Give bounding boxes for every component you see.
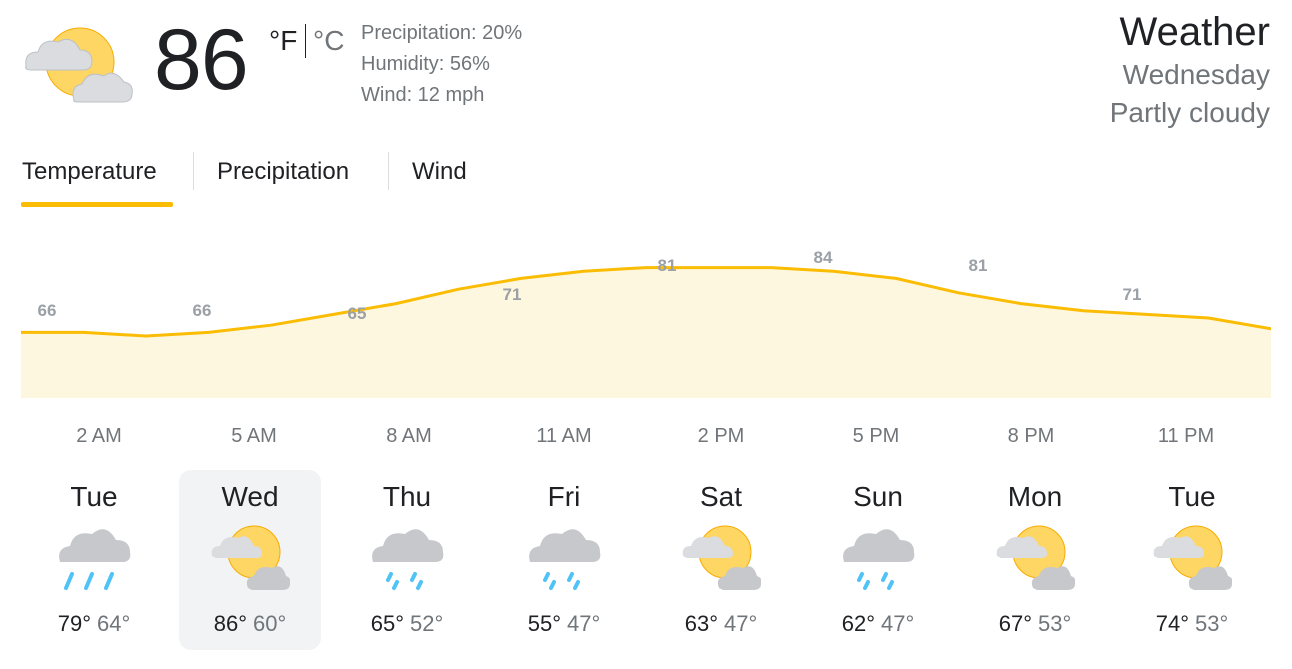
low-temp: 64° [97, 611, 131, 636]
hour-label: 11 PM [1157, 425, 1215, 447]
rain-icon [59, 529, 131, 590]
tab-divider [193, 152, 194, 190]
high-temp: 65° [370, 611, 404, 636]
day-name: Wed [221, 481, 279, 512]
low-temp: 53° [1195, 611, 1229, 636]
partly-cloudy-icon [211, 525, 290, 590]
high-temp: 79° [57, 611, 91, 636]
hour-label: 11 AM [536, 425, 592, 447]
hour-label: 2 PM [697, 425, 745, 447]
day-temps: 65° 52° [336, 610, 478, 638]
day-name: Fri [547, 481, 581, 512]
unit-divider [305, 24, 306, 58]
forecast-day[interactable]: Sat 63° 47° [650, 470, 792, 650]
temperature-data-label: 66 [193, 301, 212, 320]
high-temp: 86° [213, 611, 247, 636]
forecast-day[interactable]: Thu 65° 52° [336, 470, 478, 650]
temperature-data-label: 71 [1123, 285, 1142, 304]
temperature-data-label: 66 [38, 301, 57, 320]
low-temp: 47° [724, 611, 758, 636]
low-temp: 52° [410, 611, 444, 636]
wind-detail: Wind: 12 mph [361, 84, 485, 106]
showers-icon [372, 529, 444, 590]
day-temps: 86° 60° [179, 610, 321, 638]
hour-label: 8 PM [1007, 425, 1055, 447]
forecast-day[interactable]: Fri 55° 47° [493, 470, 635, 650]
day-name: Sat [699, 481, 743, 512]
forecast-day[interactable]: Sun 62° 47° [807, 470, 949, 650]
precipitation-detail: Precipitation: 20% [361, 22, 523, 44]
day-name: Thu [382, 481, 432, 512]
forecast-day[interactable]: Mon 67° 53° [964, 470, 1106, 650]
hour-label: 2 AM [76, 425, 122, 447]
temperature-data-label: 71 [503, 285, 522, 304]
forecast-day[interactable]: Tue 79° 64° [23, 470, 165, 650]
day-temps: 55° 47° [493, 610, 635, 638]
low-temp: 47° [881, 611, 915, 636]
high-temp: 55° [527, 611, 561, 636]
day-temps: 74° 53° [1121, 610, 1263, 638]
tab-divider [388, 152, 389, 190]
unit-fahrenheit-toggle[interactable]: °F [269, 24, 297, 58]
high-temp: 74° [1155, 611, 1189, 636]
current-temperature: 86 [154, 12, 249, 108]
current-condition: Partly cloudy [1109, 97, 1270, 128]
widget-title: Weather [1119, 10, 1270, 54]
low-temp: 60° [253, 611, 287, 636]
tab-precipitation[interactable]: Precipitation [217, 154, 349, 190]
day-temps: 79° 64° [23, 610, 165, 638]
day-temps: 67° 53° [964, 610, 1106, 638]
partly-cloudy-icon [996, 525, 1075, 590]
partly-cloudy-icon [682, 525, 761, 590]
low-temp: 47° [567, 611, 601, 636]
unit-celsius-toggle[interactable]: °C [313, 24, 344, 58]
day-name: Sun [853, 481, 903, 512]
day-name: Mon [1007, 481, 1063, 512]
humidity-detail: Humidity: 56% [361, 53, 490, 75]
hour-label: 8 AM [386, 425, 432, 447]
current-day: Wednesday [1122, 59, 1270, 90]
high-temp: 67° [998, 611, 1032, 636]
day-name: Tue [70, 481, 118, 512]
high-temp: 62° [841, 611, 875, 636]
temperature-chart: 66 66 65 71 81 84 81 71 [21, 248, 1271, 398]
temperature-data-label: 81 [658, 256, 677, 275]
forecast-day[interactable]: Tue 74° 53° [1121, 470, 1263, 650]
active-tab-indicator [21, 202, 173, 207]
forecast-day-selected[interactable]: Wed 86° 60° [179, 470, 321, 650]
hour-label: 5 AM [231, 425, 277, 447]
showers-icon [529, 529, 601, 590]
temperature-data-label: 81 [969, 256, 988, 275]
day-temps: 62° 47° [807, 610, 949, 638]
partly-cloudy-icon [18, 22, 136, 106]
day-temps: 63° 47° [650, 610, 792, 638]
day-name: Tue [1168, 481, 1216, 512]
temperature-data-label: 65 [348, 304, 367, 323]
temperature-data-label: 84 [814, 248, 833, 267]
low-temp: 53° [1038, 611, 1072, 636]
tab-temperature[interactable]: Temperature [22, 154, 157, 190]
tab-wind[interactable]: Wind [412, 154, 467, 190]
high-temp: 63° [684, 611, 718, 636]
hour-label: 5 PM [852, 425, 900, 447]
showers-icon [843, 529, 915, 590]
partly-cloudy-icon [1153, 525, 1232, 590]
